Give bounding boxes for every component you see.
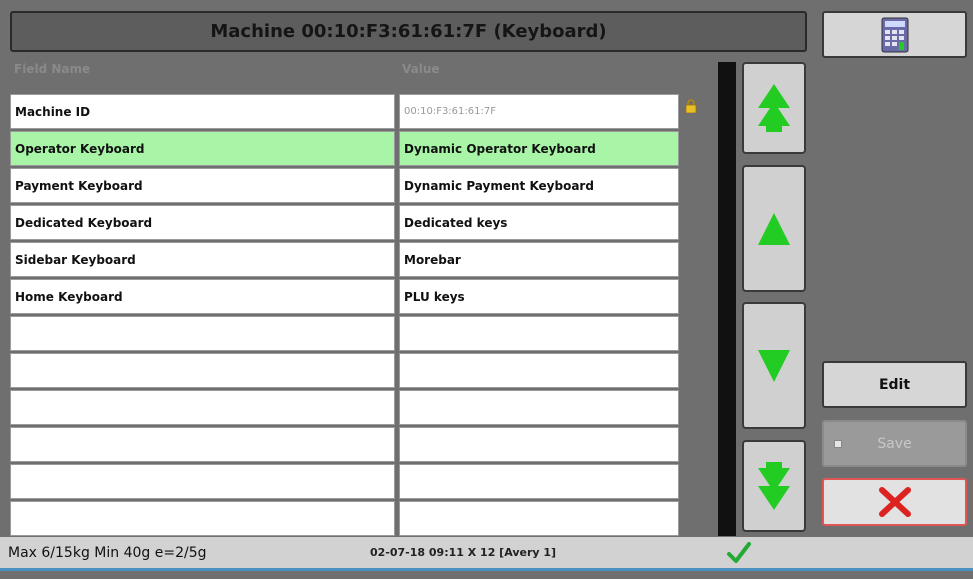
edit-button[interactable]: Edit [822,361,967,408]
field-value-cell[interactable] [399,390,679,425]
scroll-up-button[interactable] [742,165,806,292]
field-name-cell[interactable] [10,464,395,499]
value-header: Value [402,62,440,76]
checkmark-icon [727,542,751,563]
save-label: Save [877,435,912,452]
scroll-down-button[interactable] [742,302,806,429]
edit-label: Edit [878,376,911,393]
page-title: Machine 00:10:F3:61:61:7F (Keyboard) [10,11,807,52]
field-name-cell[interactable]: Dedicated Keyboard [10,205,395,240]
cancel-button[interactable] [822,478,967,526]
field-name-cell[interactable]: Operator Keyboard [10,131,395,166]
field-value-cell[interactable]: PLU keys [399,279,679,314]
table-row[interactable] [10,316,680,353]
table-row[interactable] [10,353,680,390]
field-value-cell[interactable] [399,353,679,388]
field-name-cell[interactable] [10,353,395,388]
field-name-cell[interactable]: Sidebar Keyboard [10,242,395,277]
field-value-cell[interactable] [399,464,679,499]
field-name-cell[interactable]: Payment Keyboard [10,168,395,203]
save-button[interactable]: Save [822,420,967,467]
status-bar: Max 6/15kg Min 40g e=2/5g 02-07-18 09:11… [0,537,973,571]
datetime-status: 02-07-18 09:11 X 12 [Avery 1] [370,546,557,559]
field-name-header: Field Name [14,62,91,76]
arrow-down-icon [758,349,790,382]
table-row[interactable]: Machine ID 00:10:F3:61:61:7F [10,94,680,131]
save-indicator-icon [834,440,842,448]
table-row[interactable]: Home Keyboard PLU keys [10,279,680,316]
table-row[interactable]: Dedicated Keyboard Dedicated keys [10,205,680,242]
table-row[interactable]: Payment Keyboard Dynamic Payment Keyboar… [10,168,680,205]
field-value-cell[interactable]: Dynamic Payment Keyboard [399,168,679,203]
field-name-cell[interactable] [10,316,395,351]
table-row[interactable]: Sidebar Keyboard Morebar [10,242,680,279]
field-name-cell[interactable]: Home Keyboard [10,279,395,314]
field-value-cell[interactable]: Dedicated keys [399,205,679,240]
field-name-cell[interactable]: Machine ID [10,94,395,129]
field-table: Machine ID 00:10:F3:61:61:7F Operator Ke… [10,94,680,538]
title-text: Machine 00:10:F3:61:61:7F (Keyboard) [210,21,607,42]
table-row[interactable] [10,501,680,538]
scroll-top-button[interactable] [742,62,806,154]
field-value-cell[interactable]: Morebar [399,242,679,277]
scroll-bottom-button[interactable] [742,440,806,532]
weights-status: Max 6/15kg Min 40g e=2/5g [8,544,207,561]
double-arrow-down-icon [758,462,790,510]
field-value-cell[interactable] [399,316,679,351]
field-value-cell[interactable] [399,501,679,536]
field-value-cell[interactable] [399,427,679,462]
table-row[interactable] [10,390,680,427]
close-icon [878,487,911,517]
scrollbar[interactable] [718,62,736,536]
table-row-selected[interactable]: Operator Keyboard Dynamic Operator Keybo… [10,131,680,168]
field-value-cell[interactable]: Dynamic Operator Keyboard [399,131,679,166]
field-value-cell: 00:10:F3:61:61:7F [399,94,679,129]
field-name-cell[interactable] [10,501,395,536]
field-name-cell[interactable] [10,390,395,425]
keypad-icon [881,17,908,52]
table-row[interactable] [10,427,680,464]
double-arrow-up-icon [758,84,790,132]
table-row[interactable] [10,464,680,501]
arrow-up-icon [758,212,790,245]
lock-icon [685,99,697,113]
keyboard-button[interactable] [822,11,967,58]
field-name-cell[interactable] [10,427,395,462]
